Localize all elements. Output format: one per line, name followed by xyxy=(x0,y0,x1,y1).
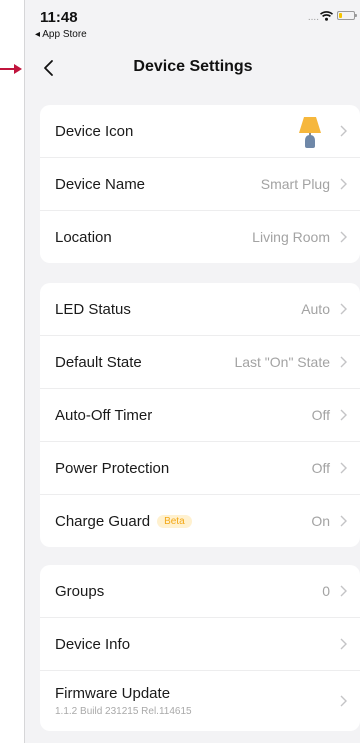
row-value: On xyxy=(311,513,330,529)
nav-bar: Device Settings xyxy=(25,44,360,92)
row-value: Off xyxy=(311,460,330,476)
phone-screen: 11:48 ◂ App Store .... Device Settings D… xyxy=(24,0,360,743)
chevron-right-icon xyxy=(340,638,347,650)
signal-icon: .... xyxy=(307,12,319,23)
firmware-version: 1.1.2 Build 231215 Rel.114615 xyxy=(55,706,192,717)
row-label: LED Status xyxy=(55,300,131,318)
row-label: Device Info xyxy=(55,635,131,653)
row-device-info[interactable]: Device Info xyxy=(40,618,360,671)
battery-icon xyxy=(337,11,357,20)
row-label: Device Name xyxy=(55,175,146,193)
chevron-right-icon xyxy=(340,178,347,190)
row-value: Off xyxy=(311,407,330,423)
wifi-icon xyxy=(320,11,333,21)
chevron-right-icon xyxy=(340,409,347,421)
row-value: 0 xyxy=(322,583,330,599)
row-label: Location xyxy=(55,228,112,246)
row-auto-off-timer[interactable]: Auto-Off Timer Off xyxy=(40,389,360,442)
row-label: Firmware Update xyxy=(55,685,171,702)
chevron-right-icon xyxy=(340,462,347,474)
chevron-right-icon xyxy=(340,356,347,368)
page-title: Device Settings xyxy=(133,58,253,75)
row-label: Device Icon xyxy=(55,122,134,140)
chevron-right-icon xyxy=(340,125,347,137)
row-location[interactable]: Location Living Room xyxy=(40,211,360,263)
chevron-right-icon xyxy=(340,303,347,315)
chevron-right-icon xyxy=(340,515,347,527)
row-label: Groups xyxy=(55,582,105,600)
row-value: Auto xyxy=(301,301,330,317)
row-value: Living Room xyxy=(252,229,330,245)
row-value: Smart Plug xyxy=(260,176,330,192)
row-led-status[interactable]: LED Status Auto xyxy=(40,283,360,336)
row-device-icon[interactable]: Device Icon xyxy=(40,105,360,158)
row-value: Last "On" State xyxy=(234,354,330,370)
row-power-protection[interactable]: Power Protection Off xyxy=(40,442,360,495)
row-label: Power Protection xyxy=(55,459,170,477)
settings-group-behavior: LED Status Auto Default State Last "On" … xyxy=(40,283,360,547)
back-to-app-store-link[interactable]: ◂ App Store xyxy=(35,29,87,40)
status-time: 11:48 xyxy=(40,9,78,26)
status-bar: 11:48 ◂ App Store .... xyxy=(25,0,360,44)
row-groups[interactable]: Groups 0 xyxy=(40,565,360,618)
settings-group-info: Groups 0 Device Info Firmware Update 1.1… xyxy=(40,565,360,731)
row-firmware-update[interactable]: Firmware Update 1.1.2 Build 231215 Rel.1… xyxy=(40,671,360,731)
lamp-icon xyxy=(299,117,321,148)
charge-guard-label: Charge Guard xyxy=(55,512,151,530)
row-charge-guard[interactable]: Charge Guard Beta On xyxy=(40,495,360,547)
chevron-right-icon xyxy=(340,231,347,243)
row-label: Default State xyxy=(55,353,142,371)
chevron-right-icon xyxy=(340,585,347,597)
beta-badge: Beta xyxy=(157,515,192,529)
firmware-text: Firmware Update 1.1.2 Build 231215 Rel.1… xyxy=(55,685,192,717)
row-label: Charge Guard Beta xyxy=(55,513,192,530)
pointer-arrow-icon xyxy=(0,64,22,74)
chevron-right-icon xyxy=(340,695,347,707)
settings-group-basic: Device Icon Device Name Smart Plug Locat… xyxy=(40,105,360,263)
row-device-name[interactable]: Device Name Smart Plug xyxy=(40,158,360,211)
row-default-state[interactable]: Default State Last "On" State xyxy=(40,336,360,389)
row-label: Auto-Off Timer xyxy=(55,406,153,424)
